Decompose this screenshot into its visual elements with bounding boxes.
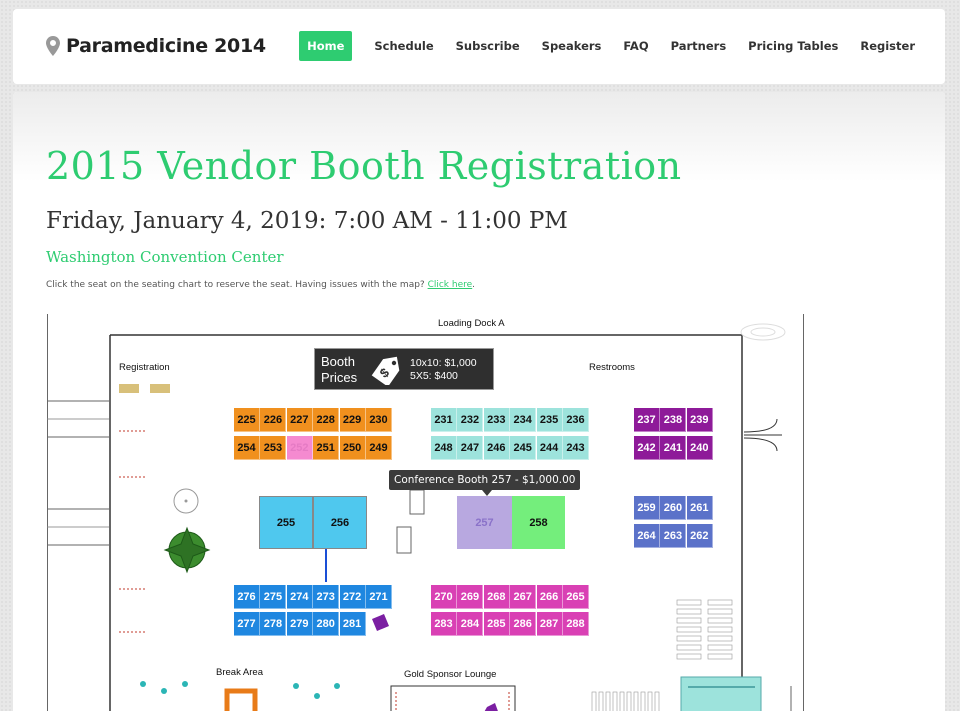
booth-261[interactable]: 261: [686, 496, 713, 520]
booth-257[interactable]: 257: [457, 496, 512, 549]
booth-prices-legend: Booth Prices $ 10x10: $1,000 5X5: $400: [314, 348, 494, 390]
nav-faq[interactable]: FAQ: [623, 31, 648, 61]
label-loading-dock: Loading Dock A: [438, 318, 505, 329]
nav-register[interactable]: Register: [860, 31, 915, 61]
booth-241[interactable]: 241: [660, 436, 687, 460]
nav-speakers[interactable]: Speakers: [542, 31, 602, 61]
main-nav: Home Schedule Subscribe Speakers FAQ Par…: [299, 31, 915, 61]
booth-280[interactable]: 280: [313, 612, 340, 636]
nav-schedule[interactable]: Schedule: [374, 31, 433, 61]
booth-253[interactable]: 253: [260, 436, 287, 460]
booth-234[interactable]: 234: [510, 408, 537, 432]
page-title: 2015 Vendor Booth Registration: [46, 144, 682, 188]
brand[interactable]: Paramedicine 2014: [46, 35, 266, 57]
booth-277[interactable]: 277: [234, 612, 260, 636]
booth-278[interactable]: 278: [260, 612, 287, 636]
booth-249[interactable]: 249: [366, 436, 392, 460]
booth-275[interactable]: 275: [260, 585, 287, 609]
booth-265[interactable]: 265: [563, 585, 589, 609]
booth-245[interactable]: 245: [510, 436, 537, 460]
top-navbar: Paramedicine 2014 Home Schedule Subscrib…: [13, 9, 945, 84]
booth-227[interactable]: 227: [286, 408, 313, 432]
booth-285[interactable]: 285: [483, 612, 510, 636]
booth-254[interactable]: 254: [234, 436, 260, 460]
booth-281[interactable]: 281: [339, 612, 366, 636]
booth-250[interactable]: 250: [339, 436, 366, 460]
label-registration: Registration: [119, 362, 170, 373]
booth-243[interactable]: 243: [563, 436, 589, 460]
booth-255[interactable]: 255: [259, 496, 313, 549]
booth-260[interactable]: 260: [660, 496, 687, 520]
booth-225[interactable]: 225: [234, 408, 260, 432]
booth-240[interactable]: 240: [686, 436, 713, 460]
booth-263[interactable]: 263: [660, 524, 687, 548]
booth-256[interactable]: 256: [313, 496, 367, 549]
booth-268[interactable]: 268: [483, 585, 510, 609]
booth-247[interactable]: 247: [457, 436, 484, 460]
booth-270[interactable]: 270: [431, 585, 457, 609]
booth-258[interactable]: 258: [512, 496, 565, 549]
label-break-area: Break Area: [216, 667, 263, 678]
booth-248[interactable]: 248: [431, 436, 457, 460]
booth-246[interactable]: 246: [483, 436, 510, 460]
booth-284[interactable]: 284: [457, 612, 484, 636]
label-restrooms: Restrooms: [589, 362, 635, 373]
booth-251[interactable]: 251: [313, 436, 340, 460]
booth-259[interactable]: 259: [634, 496, 660, 520]
map-help-link[interactable]: Click here: [428, 280, 473, 290]
booth-264[interactable]: 264: [634, 524, 660, 548]
nav-subscribe[interactable]: Subscribe: [456, 31, 520, 61]
booth-238[interactable]: 238: [660, 408, 687, 432]
booth-267[interactable]: 267: [510, 585, 537, 609]
booth-269[interactable]: 269: [457, 585, 484, 609]
booth-233[interactable]: 233: [483, 408, 510, 432]
booth-229[interactable]: 229: [339, 408, 366, 432]
booth-271[interactable]: 271: [366, 585, 392, 609]
booth-map: Loading Dock A Registration Restrooms Br…: [47, 314, 805, 711]
booth-288[interactable]: 288: [563, 612, 589, 636]
nav-home[interactable]: Home: [299, 31, 353, 61]
map-instructions: Click the seat on the seating chart to r…: [46, 280, 476, 290]
label-gold-lounge: Gold Sponsor Lounge: [404, 669, 497, 680]
booth-235[interactable]: 235: [536, 408, 563, 432]
booth-239[interactable]: 239: [686, 408, 713, 432]
booth-287[interactable]: 287: [536, 612, 563, 636]
booth-tooltip: Conference Booth 257 - $1,000.00: [389, 470, 581, 490]
booth-286[interactable]: 286: [510, 612, 537, 636]
booth-252[interactable]: 252: [286, 436, 313, 460]
booth-279[interactable]: 279: [286, 612, 313, 636]
booth-274[interactable]: 274: [286, 585, 313, 609]
booth-237[interactable]: 237: [634, 408, 660, 432]
booth-232[interactable]: 232: [457, 408, 484, 432]
booth-272[interactable]: 272: [339, 585, 366, 609]
booth-230[interactable]: 230: [366, 408, 392, 432]
booth-244[interactable]: 244: [536, 436, 563, 460]
booth-228[interactable]: 228: [313, 408, 340, 432]
booth-242[interactable]: 242: [634, 436, 660, 460]
price-tag-icon: $: [371, 356, 400, 385]
booth-276[interactable]: 276: [234, 585, 260, 609]
map-marker-icon: [46, 36, 60, 56]
booth-273[interactable]: 273: [313, 585, 340, 609]
booth-262[interactable]: 262: [686, 524, 713, 548]
booth-231[interactable]: 231: [431, 408, 457, 432]
booth-283[interactable]: 283: [431, 612, 457, 636]
booth-236[interactable]: 236: [563, 408, 589, 432]
booth-266[interactable]: 266: [536, 585, 563, 609]
nav-pricing-tables[interactable]: Pricing Tables: [748, 31, 838, 61]
booth-226[interactable]: 226: [260, 408, 287, 432]
nav-partners[interactable]: Partners: [671, 31, 727, 61]
event-venue: Washington Convention Center: [46, 248, 284, 266]
event-datetime: Friday, January 4, 2019: 7:00 AM - 11:00…: [46, 208, 568, 234]
brand-name: Paramedicine 2014: [66, 35, 266, 57]
